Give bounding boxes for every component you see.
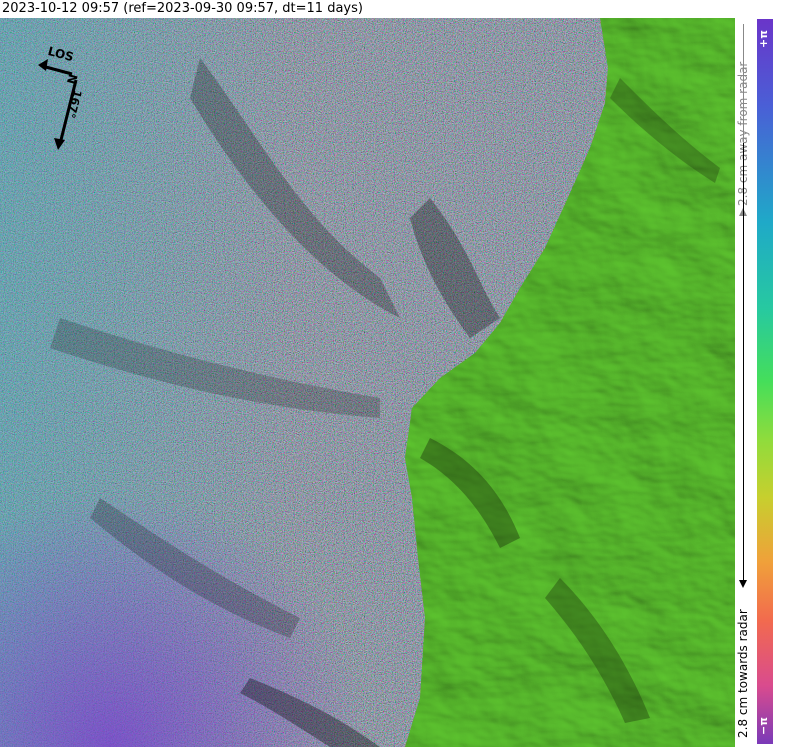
colorbar-min-label: −π (757, 717, 770, 735)
interferogram-map[interactable]: LOS N 167° (0, 18, 735, 747)
colorbar-gradient (757, 19, 773, 744)
map-title: 2023-10-12 09:57 (ref=2023-09-30 09:57, … (2, 1, 363, 16)
los-arrowhead (38, 59, 48, 71)
towards-axis-line (743, 143, 744, 583)
away-arrowhead (739, 208, 747, 216)
towards-radar-label: 2.8 cm towards radar (736, 609, 750, 738)
interferogram-canvas (0, 18, 735, 747)
phase-colorbar: +π −π 2.8 cm away from radar 2.8 cm towa… (735, 18, 785, 747)
north-arrowhead (54, 138, 65, 150)
colorbar-max-label: +π (757, 30, 770, 48)
